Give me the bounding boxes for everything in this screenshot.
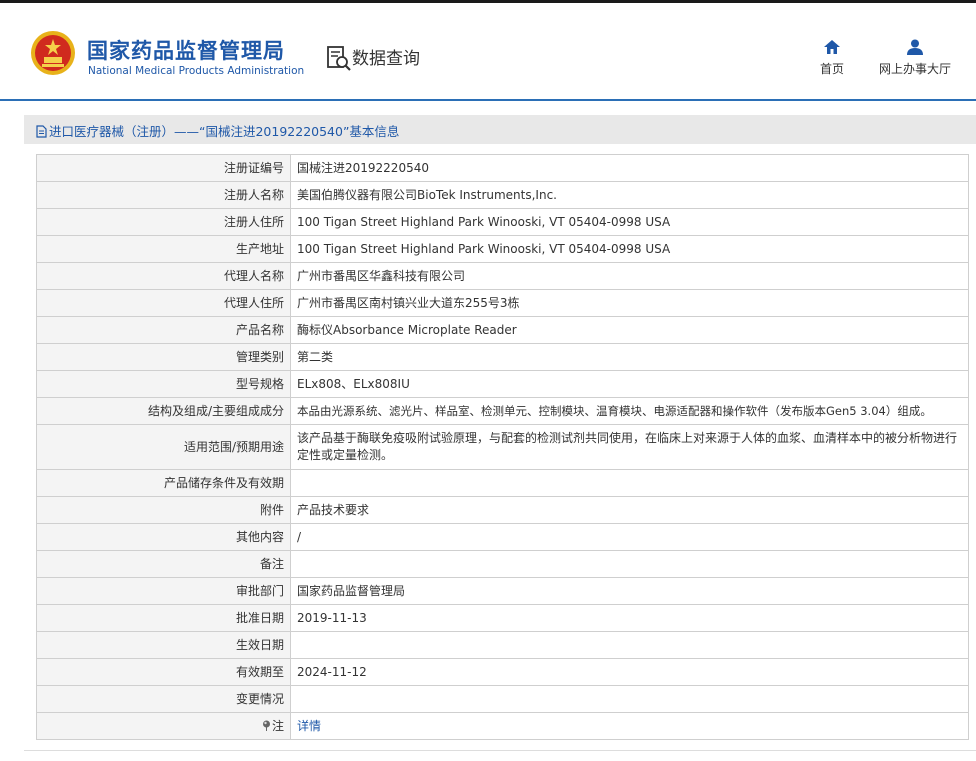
- table-row: 结构及组成/主要组成成分 本品由光源系统、滤光片、样品室、检测单元、控制模块、温育…: [36, 397, 969, 425]
- nav-home-label: 首页: [819, 62, 844, 76]
- field-value: [290, 685, 969, 713]
- record-detail-table: 注册证编号 国械注进20192220540 注册人名称 美国伯腾仪器有限公司BioT…: [36, 154, 969, 740]
- field-value: 2024-11-12: [290, 658, 969, 686]
- field-value: 该产品基于酶联免疫吸附试验原理，与配套的检测试剂共同使用，在临床上对来源于人体的…: [290, 424, 969, 470]
- field-value: 美国伯腾仪器有限公司BioTek Instruments,Inc.: [290, 181, 969, 209]
- field-label: 变更情况: [36, 685, 291, 713]
- user-icon: [907, 39, 923, 55]
- field-label: 生效日期: [36, 631, 291, 659]
- document-search-icon: [327, 46, 351, 71]
- field-value: 2019-11-13: [290, 604, 969, 632]
- field-label: 批准日期: [36, 604, 291, 632]
- field-value: 100 Tigan Street Highland Park Winooski,…: [290, 208, 969, 236]
- nav-online-hall[interactable]: 网上办事大厅: [874, 39, 956, 77]
- field-value: [290, 550, 969, 578]
- bottom-divider: [24, 750, 976, 751]
- document-icon: [36, 125, 47, 138]
- table-row: 管理类别 第二类: [36, 343, 969, 371]
- table-row: 其他内容 /: [36, 523, 969, 551]
- table-row: 备注: [36, 550, 969, 578]
- field-value: 国家药品监督管理局: [290, 577, 969, 605]
- logo-title-cn[interactable]: 国家药品监督管理局: [87, 35, 285, 65]
- nav-home[interactable]: 首页: [812, 39, 852, 77]
- field-value: /: [290, 523, 969, 551]
- table-row: 注册人住所 100 Tigan Street Highland Park Wino…: [36, 208, 969, 236]
- table-row: 产品储存条件及有效期: [36, 469, 969, 497]
- table-row: 批准日期 2019-11-13: [36, 604, 969, 632]
- table-row: 附件 产品技术要求: [36, 496, 969, 524]
- field-label: 代理人住所: [36, 289, 291, 317]
- header-divider: [0, 99, 976, 101]
- field-label: 型号规格: [36, 370, 291, 398]
- breadcrumb: 进口医疗器械（注册）——“国械注进20192220540”基本信息: [36, 121, 399, 140]
- site-header: 国家药品监督管理局 National Medical Products Admi…: [0, 3, 976, 99]
- field-label: 产品名称: [36, 316, 291, 344]
- pin-icon: [262, 720, 270, 731]
- breadcrumb-text: 进口医疗器械（注册）——“国械注进20192220540”基本信息: [49, 124, 400, 139]
- field-value: 酶标仪Absorbance Microplate Reader: [290, 316, 969, 344]
- logo-title-en[interactable]: National Medical Products Administration: [88, 65, 304, 77]
- field-label: 有效期至: [36, 658, 291, 686]
- home-icon: [824, 40, 840, 54]
- field-label: 生产地址: [36, 235, 291, 263]
- table-row: 代理人名称 广州市番禺区华鑫科技有限公司: [36, 262, 969, 290]
- field-value: 广州市番禺区华鑫科技有限公司: [290, 262, 969, 290]
- field-label: 适用范围/预期用途: [36, 424, 291, 470]
- field-label: 代理人名称: [36, 262, 291, 290]
- field-value: 国械注进20192220540: [290, 154, 969, 182]
- table-row: 生产地址 100 Tigan Street Highland Park Winoo…: [36, 235, 969, 263]
- field-label: 注册人名称: [36, 181, 291, 209]
- field-value: 本品由光源系统、滤光片、样品室、检测单元、控制模块、温育模块、电源适配器和操作软…: [290, 397, 969, 425]
- table-row: 适用范围/预期用途 该产品基于酶联免疫吸附试验原理，与配套的检测试剂共同使用，在临…: [36, 424, 969, 470]
- table-row: 注 详情: [36, 712, 969, 740]
- field-label: 产品储存条件及有效期: [36, 469, 291, 497]
- table-row: 变更情况: [36, 685, 969, 713]
- table-row: 代理人住所 广州市番禺区南村镇兴业大道东255号3栋: [36, 289, 969, 317]
- field-value: [290, 631, 969, 659]
- table-row: 型号规格 ELx808、ELx808IU: [36, 370, 969, 398]
- nav-online-hall-label: 网上办事大厅: [878, 62, 951, 76]
- table-row: 有效期至 2024-11-12: [36, 658, 969, 686]
- note-label: 注: [271, 718, 284, 733]
- field-label: 备注: [36, 550, 291, 578]
- data-query-title: 数据查询: [352, 49, 420, 69]
- field-value: 广州市番禺区南村镇兴业大道东255号3栋: [290, 289, 969, 317]
- details-link[interactable]: 详情: [297, 719, 321, 733]
- field-label: 审批部门: [36, 577, 291, 605]
- field-value: [290, 469, 969, 497]
- breadcrumb-bar: 进口医疗器械（注册）——“国械注进20192220540”基本信息: [24, 115, 976, 144]
- table-row: 产品名称 酶标仪Absorbance Microplate Reader: [36, 316, 969, 344]
- field-value: 产品技术要求: [290, 496, 969, 524]
- field-value: 第二类: [290, 343, 969, 371]
- field-label: 注册证编号: [36, 154, 291, 182]
- field-label: 注: [36, 712, 291, 740]
- table-row: 审批部门 国家药品监督管理局: [36, 577, 969, 605]
- table-row: 注册人名称 美国伯腾仪器有限公司BioTek Instruments,Inc.: [36, 181, 969, 209]
- table-row: 注册证编号 国械注进20192220540: [36, 154, 969, 182]
- field-label: 管理类别: [36, 343, 291, 371]
- field-value: ELx808、ELx808IU: [290, 370, 969, 398]
- national-emblem-icon: [31, 31, 75, 75]
- field-label: 结构及组成/主要组成成分: [36, 397, 291, 425]
- field-label: 注册人住所: [36, 208, 291, 236]
- table-row: 生效日期: [36, 631, 969, 659]
- field-label: 附件: [36, 496, 291, 524]
- field-value: 100 Tigan Street Highland Park Winooski,…: [290, 235, 969, 263]
- field-label: 其他内容: [36, 523, 291, 551]
